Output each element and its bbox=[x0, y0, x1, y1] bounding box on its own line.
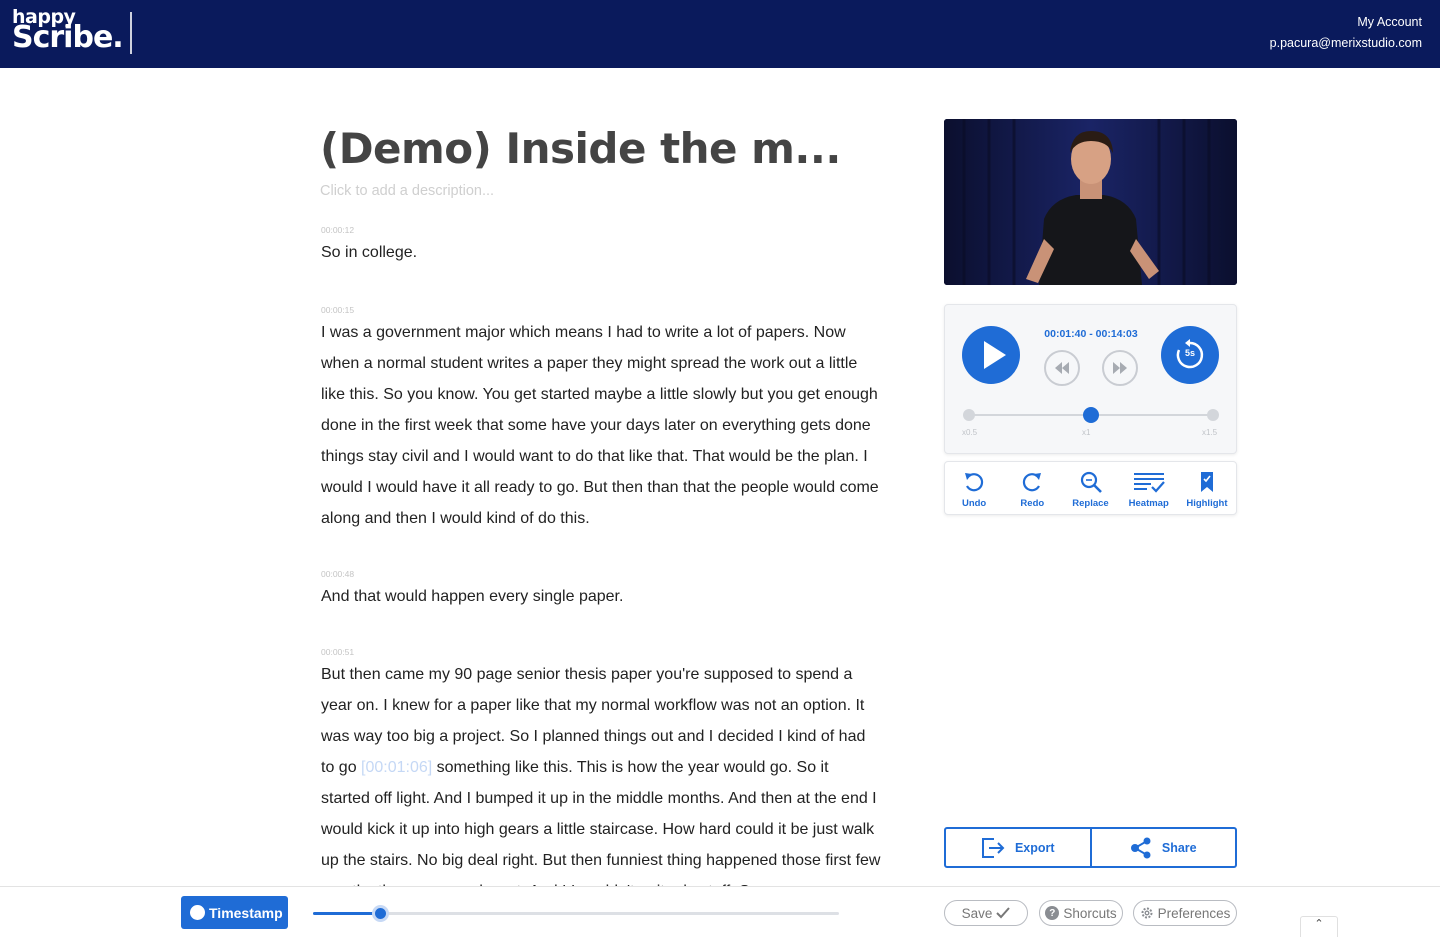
skip-back-5s-button[interactable]: 5s bbox=[1161, 326, 1219, 384]
paragraph-text[interactable]: But then came my 90 page senior thesis p… bbox=[321, 659, 881, 886]
checkmark-icon bbox=[996, 907, 1011, 919]
account-menu[interactable]: My Account p.pacura@merixstudio.com bbox=[1270, 12, 1422, 54]
redo-label: Redo bbox=[1020, 498, 1045, 509]
search-icon bbox=[1080, 471, 1102, 493]
logo-divider bbox=[130, 12, 132, 54]
chevron-up-icon: ⌃ bbox=[1314, 918, 1324, 930]
skip-seconds-label: 5s bbox=[1184, 348, 1195, 358]
shortcuts-label: Shorcuts bbox=[1063, 905, 1117, 921]
export-label: Export bbox=[1014, 840, 1055, 855]
save-label: Save bbox=[961, 905, 993, 921]
redo-icon bbox=[1023, 473, 1042, 492]
paragraph-text[interactable]: And that would happen every single paper… bbox=[321, 581, 881, 612]
replace-label: Replace bbox=[1072, 498, 1109, 509]
heatmap-icon bbox=[1133, 473, 1165, 493]
paragraph-timestamp[interactable]: 00:00:48 bbox=[321, 568, 881, 581]
timestamp-toggle[interactable]: Timestamp bbox=[181, 896, 288, 929]
heatmap-button[interactable]: Heatmap bbox=[1120, 462, 1178, 514]
undo-label: Undo bbox=[961, 498, 987, 509]
speed-label-normal: x1 bbox=[1082, 428, 1091, 437]
share-button[interactable]: Share bbox=[1089, 829, 1236, 866]
shortcuts-button[interactable]: ? Shorcuts bbox=[1039, 900, 1123, 926]
inline-timestamp[interactable]: [00:01:06] bbox=[361, 759, 432, 776]
video-preview[interactable] bbox=[944, 119, 1237, 285]
my-account-link[interactable]: My Account bbox=[1270, 12, 1422, 33]
speed-slider-knob[interactable] bbox=[1083, 407, 1099, 423]
paragraph-text-part: something like this. This is how the yea… bbox=[321, 759, 881, 886]
document-title[interactable]: (Demo) Inside the m... bbox=[320, 124, 841, 173]
export-icon bbox=[981, 837, 1005, 858]
playback-progress-fill bbox=[313, 912, 380, 915]
transcript-paragraph[interactable]: 00:00:51 But then came my 90 page senior… bbox=[321, 646, 881, 886]
play-button[interactable] bbox=[962, 326, 1020, 384]
heatmap-label: Heatmap bbox=[1128, 498, 1169, 509]
speaker-video-frame bbox=[944, 119, 1237, 285]
fast-forward-icon bbox=[1113, 362, 1127, 374]
paragraph-text[interactable]: So in college. bbox=[321, 237, 881, 268]
paragraph-timestamp[interactable]: 00:00:15 bbox=[321, 304, 881, 317]
redo-button[interactable]: Redo bbox=[1003, 462, 1061, 514]
preferences-button[interactable]: Preferences bbox=[1133, 900, 1237, 926]
transcript-paragraph[interactable]: 00:00:15 I was a government major which … bbox=[321, 304, 881, 534]
paragraph-timestamp[interactable]: 00:00:12 bbox=[321, 224, 881, 237]
highlight-label: Highlight bbox=[1186, 498, 1228, 509]
editing-toolbar: Undo Redo Replace Heatmap Highlight bbox=[944, 461, 1237, 515]
highlight-button[interactable]: Highlight bbox=[1178, 462, 1236, 514]
export-share-group: Export Share bbox=[944, 827, 1237, 868]
speed-stop-fast[interactable] bbox=[1207, 409, 1219, 421]
happy-scribe-logo[interactable]: happy Scribe. bbox=[12, 8, 124, 55]
paragraph-text[interactable]: I was a government major which means I h… bbox=[321, 317, 881, 534]
share-icon bbox=[1130, 837, 1151, 858]
paragraph-timestamp[interactable]: 00:00:51 bbox=[321, 646, 881, 659]
playback-progress-track[interactable] bbox=[313, 905, 839, 922]
replace-button[interactable]: Replace bbox=[1061, 462, 1119, 514]
export-button[interactable]: Export bbox=[946, 829, 1090, 866]
speed-stop-slow[interactable] bbox=[963, 409, 975, 421]
rewind-icon bbox=[1055, 362, 1069, 374]
share-label: Share bbox=[1161, 840, 1197, 855]
playback-progress-knob[interactable] bbox=[371, 905, 389, 922]
playback-time-range: 00:01:40 - 00:14:03 bbox=[1044, 328, 1138, 340]
account-email: p.pacura@merixstudio.com bbox=[1269, 36, 1422, 50]
transcript-paragraph[interactable]: 00:00:48 And that would happen every sin… bbox=[321, 568, 881, 612]
gear-icon bbox=[1141, 907, 1153, 919]
preferences-label: Preferences bbox=[1157, 905, 1231, 921]
description-field[interactable]: Click to add a description... bbox=[320, 183, 494, 199]
bottom-toolbar: Timestamp Save ? Shorcuts Preferences ⌃ bbox=[0, 886, 1440, 937]
speed-label-slow: x0.5 bbox=[962, 428, 978, 437]
top-navigation-bar: happy Scribe. My Account p.pacura@merixs… bbox=[0, 0, 1440, 68]
fast-forward-button[interactable] bbox=[1102, 350, 1138, 386]
collapse-panel-tab[interactable]: ⌃ bbox=[1300, 916, 1338, 937]
undo-button[interactable]: Undo bbox=[945, 462, 1003, 514]
rewind-button[interactable] bbox=[1044, 350, 1080, 386]
save-button[interactable]: Save bbox=[944, 900, 1028, 926]
undo-icon bbox=[965, 473, 984, 492]
transcript-editor[interactable]: 00:00:12 So in college. 00:00:15 I was a… bbox=[321, 224, 881, 886]
logo-line-2: Scribe. bbox=[12, 20, 124, 55]
toggle-knob bbox=[190, 905, 205, 920]
speed-label-fast: x1.5 bbox=[1202, 428, 1218, 437]
timestamp-label: Timestamp bbox=[209, 904, 283, 921]
transcript-paragraph[interactable]: 00:00:12 So in college. bbox=[321, 224, 881, 268]
bookmark-icon bbox=[1200, 472, 1213, 492]
help-icon: ? bbox=[1045, 906, 1060, 920]
audio-player: 00:01:40 - 00:14:03 5s x0.5 x1 x1.5 bbox=[944, 304, 1237, 454]
